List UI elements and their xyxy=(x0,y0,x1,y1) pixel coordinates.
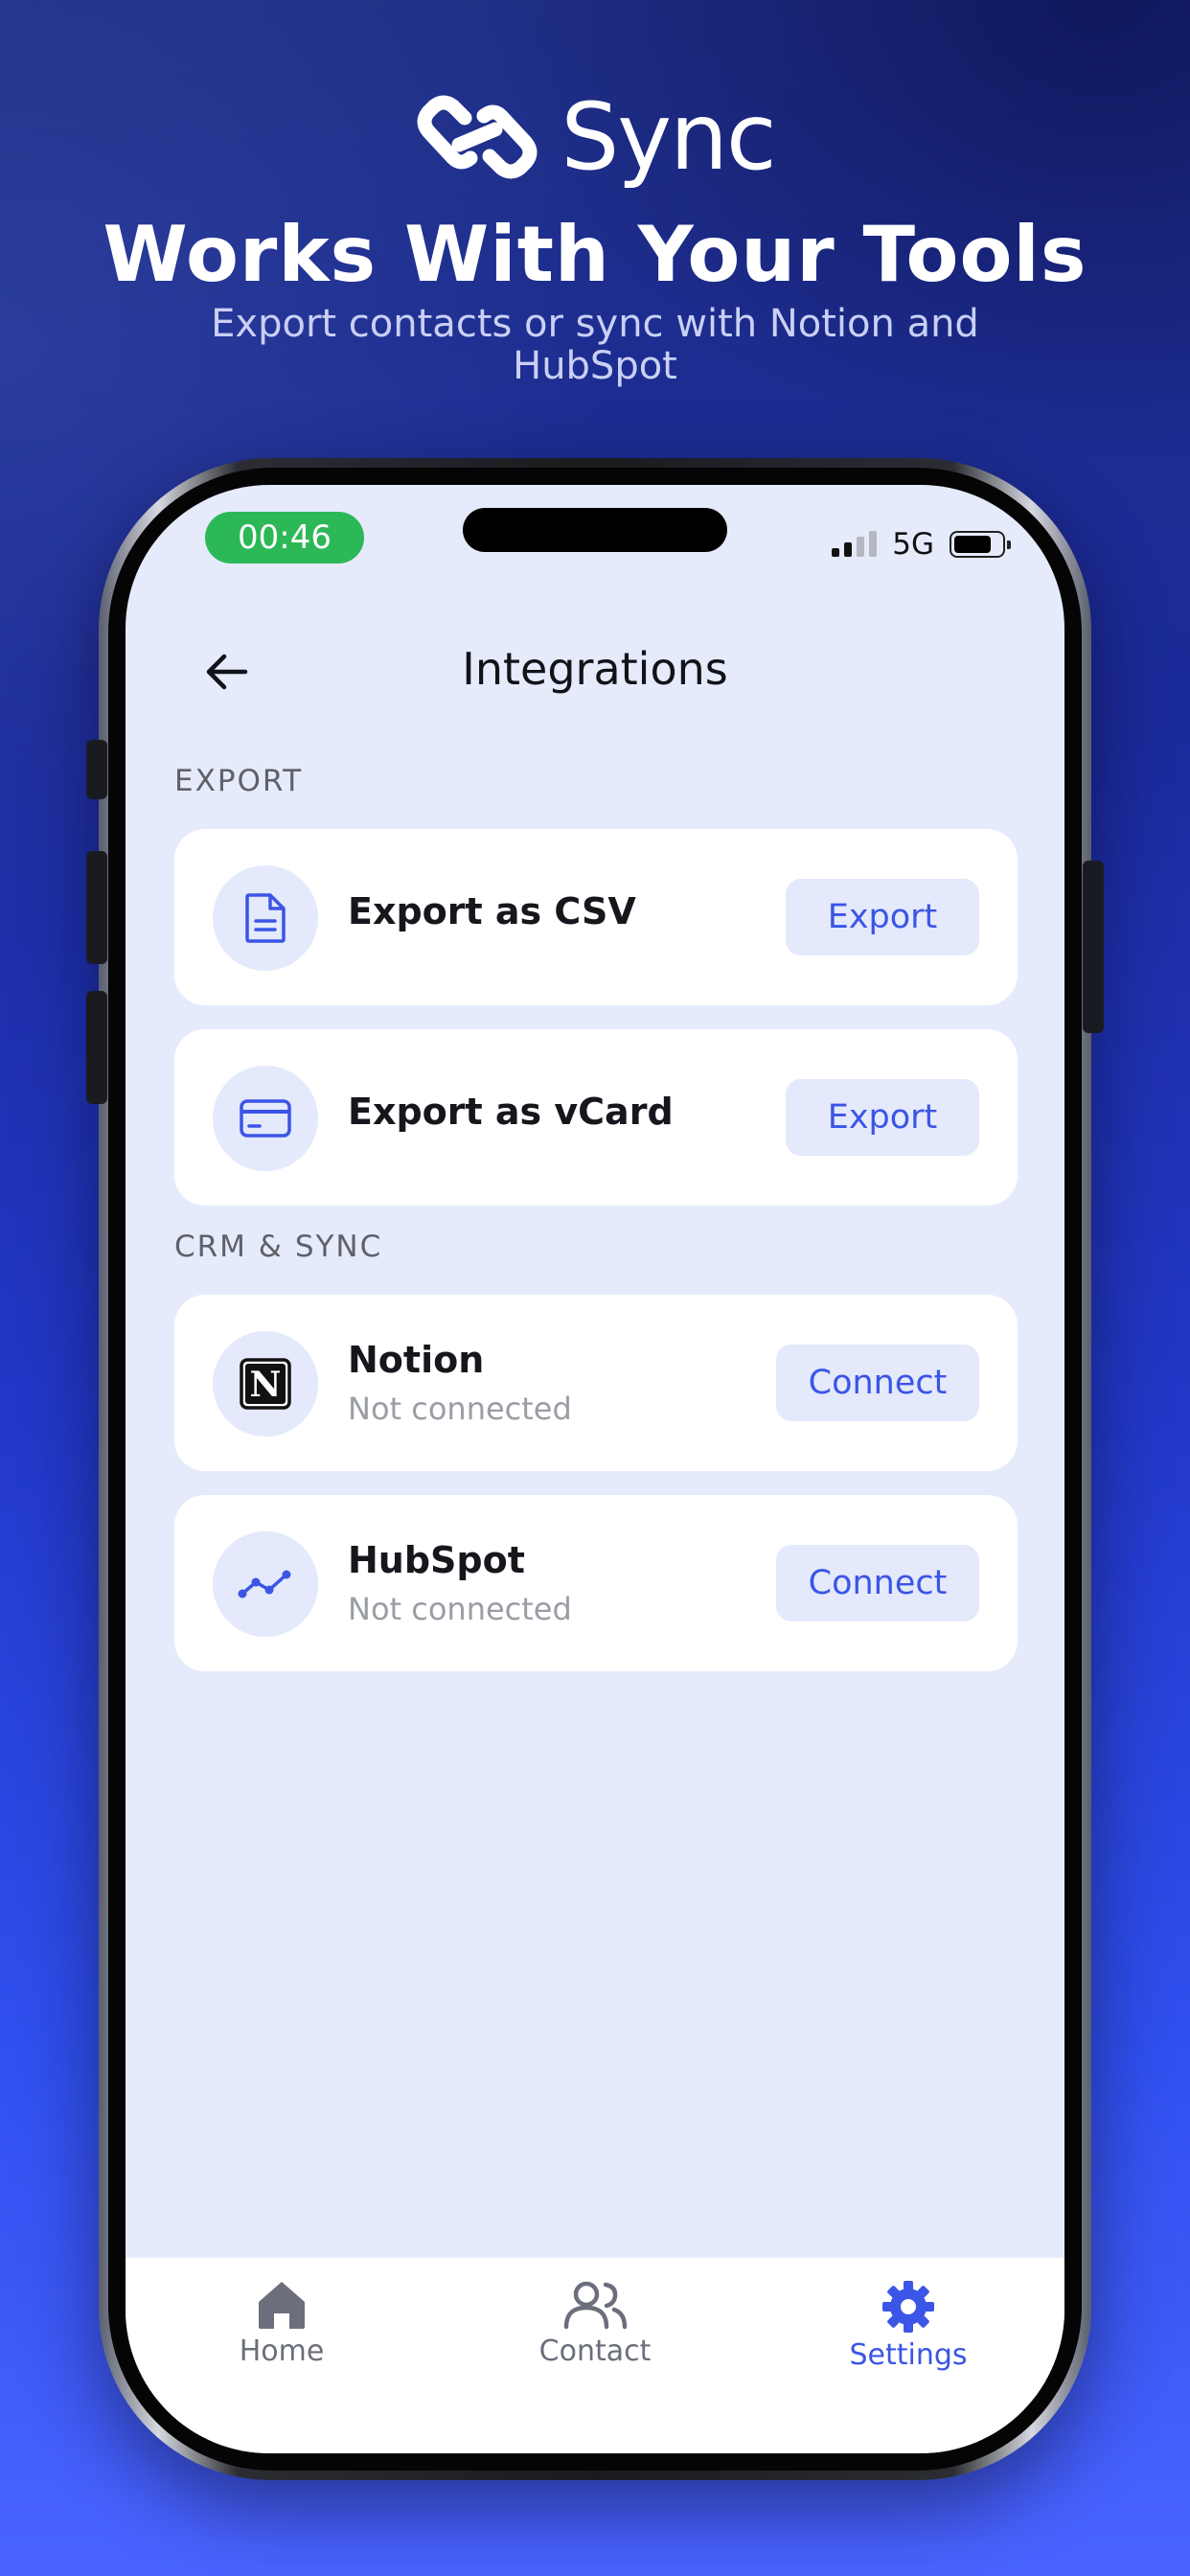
card-icon-wrap xyxy=(213,1531,318,1637)
card-title: Notion xyxy=(348,1339,485,1381)
link-chain-icon xyxy=(417,95,538,179)
status-indicators: 5G xyxy=(832,527,1011,562)
section-label-crm: CRM & SYNC xyxy=(174,1230,383,1264)
gear-icon xyxy=(882,2281,934,2333)
status-time: 00:46 xyxy=(205,512,364,564)
home-icon xyxy=(259,2282,305,2329)
hero-headline: Works With Your Tools xyxy=(103,210,1087,299)
phone-silent-switch xyxy=(86,740,107,799)
brand-name: Sync xyxy=(561,83,776,191)
export-csv-card: Export as CSV Export xyxy=(174,829,1018,1005)
battery-icon xyxy=(950,531,1011,558)
cellular-signal-icon xyxy=(832,531,878,557)
connect-hubspot-button[interactable]: Connect xyxy=(776,1545,979,1622)
dynamic-island xyxy=(463,508,727,552)
connection-status: Not connected xyxy=(348,1391,572,1427)
card-title: Export as CSV xyxy=(348,890,636,932)
phone-volume-up-button xyxy=(86,851,107,964)
section-label-export: EXPORT xyxy=(174,764,304,798)
export-vcard-card: Export as vCard Export xyxy=(174,1029,1018,1206)
phone-screen: 00:46 5G Integrations EXPORT Export as C… xyxy=(126,485,1064,2453)
battery-level xyxy=(954,536,992,553)
page-title: Integrations xyxy=(462,643,728,695)
card-icon-wrap: N xyxy=(213,1331,318,1437)
trend-line-icon xyxy=(238,1570,291,1598)
connection-status: Not connected xyxy=(348,1591,572,1627)
connect-notion-button[interactable]: Connect xyxy=(776,1345,979,1421)
hero-subhead: Export contacts or sync with Notion and … xyxy=(211,302,979,388)
brand-header: Sync xyxy=(0,91,1190,183)
export-vcard-button[interactable]: Export xyxy=(786,1079,979,1156)
card-title: HubSpot xyxy=(348,1539,525,1581)
people-icon xyxy=(563,2281,628,2330)
tab-bar: Home Contact Settings xyxy=(126,2258,1064,2453)
card-icon-wrap xyxy=(213,1066,318,1171)
notion-logo-icon: N xyxy=(240,1358,291,1410)
network-type: 5G xyxy=(892,527,934,562)
notion-logo-letter: N xyxy=(250,1365,282,1405)
card-icon-wrap xyxy=(213,865,318,971)
tab-label: Home xyxy=(239,2334,325,2368)
tab-home[interactable]: Home xyxy=(186,2279,378,2368)
notion-card: N Notion Not connected Connect xyxy=(174,1295,1018,1471)
tab-contact[interactable]: Contact xyxy=(499,2279,691,2368)
tab-settings[interactable]: Settings xyxy=(812,2279,1004,2372)
card-title: Export as vCard xyxy=(348,1091,674,1133)
tab-label: Contact xyxy=(538,2334,652,2368)
tab-label: Settings xyxy=(849,2338,968,2372)
credit-card-icon xyxy=(240,1099,291,1138)
phone-volume-down-button xyxy=(86,991,107,1104)
hubspot-card: HubSpot Not connected Connect xyxy=(174,1495,1018,1671)
document-icon xyxy=(245,893,286,943)
export-csv-button[interactable]: Export xyxy=(786,879,979,955)
phone-power-button xyxy=(1083,861,1104,1033)
